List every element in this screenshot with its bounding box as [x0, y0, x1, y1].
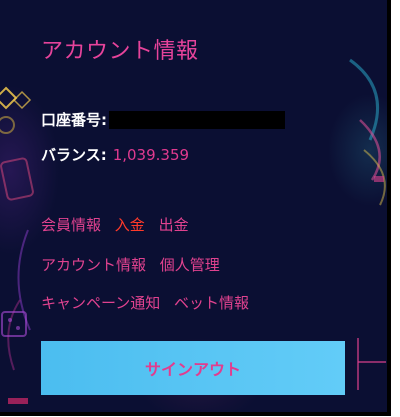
account-number-redacted [109, 110, 285, 129]
menu-row-1: 会員情報 入金 出金 [41, 214, 198, 235]
deposit-link[interactable]: 入金 [115, 216, 145, 234]
panel-title: アカウント情報 [41, 39, 199, 64]
menu-row-3: キャンペーン通知 ベット情報 [41, 292, 258, 313]
bet-info-link[interactable]: ベット情報 [174, 294, 249, 312]
balance-value: 1,039.359 [112, 145, 190, 164]
panel-shadow-right [387, 0, 391, 412]
withdraw-link[interactable]: 出金 [159, 216, 189, 234]
member-info-link[interactable]: 会員情報 [41, 216, 101, 234]
balance-label: バランス: [41, 146, 107, 164]
account-info-link[interactable]: アカウント情報 [41, 256, 146, 274]
account-panel: アカウント情報 口座番号: バランス: 1,039.359 会員情報 入金 出金… [0, 0, 387, 412]
sign-out-button[interactable]: サインアウト [41, 341, 345, 395]
campaign-notice-link[interactable]: キャンペーン通知 [41, 294, 160, 312]
balance-row: バランス: 1,039.359 [41, 144, 189, 165]
account-dialog-frame: アカウント情報 口座番号: バランス: 1,039.359 会員情報 入金 出金… [0, 0, 400, 417]
panel-shadow-bottom [0, 412, 391, 416]
personal-management-link[interactable]: 個人管理 [160, 256, 220, 274]
account-number-label: 口座番号: [41, 111, 107, 129]
menu-row-2: アカウント情報 個人管理 [41, 254, 229, 275]
account-number-row: 口座番号: [41, 109, 285, 130]
